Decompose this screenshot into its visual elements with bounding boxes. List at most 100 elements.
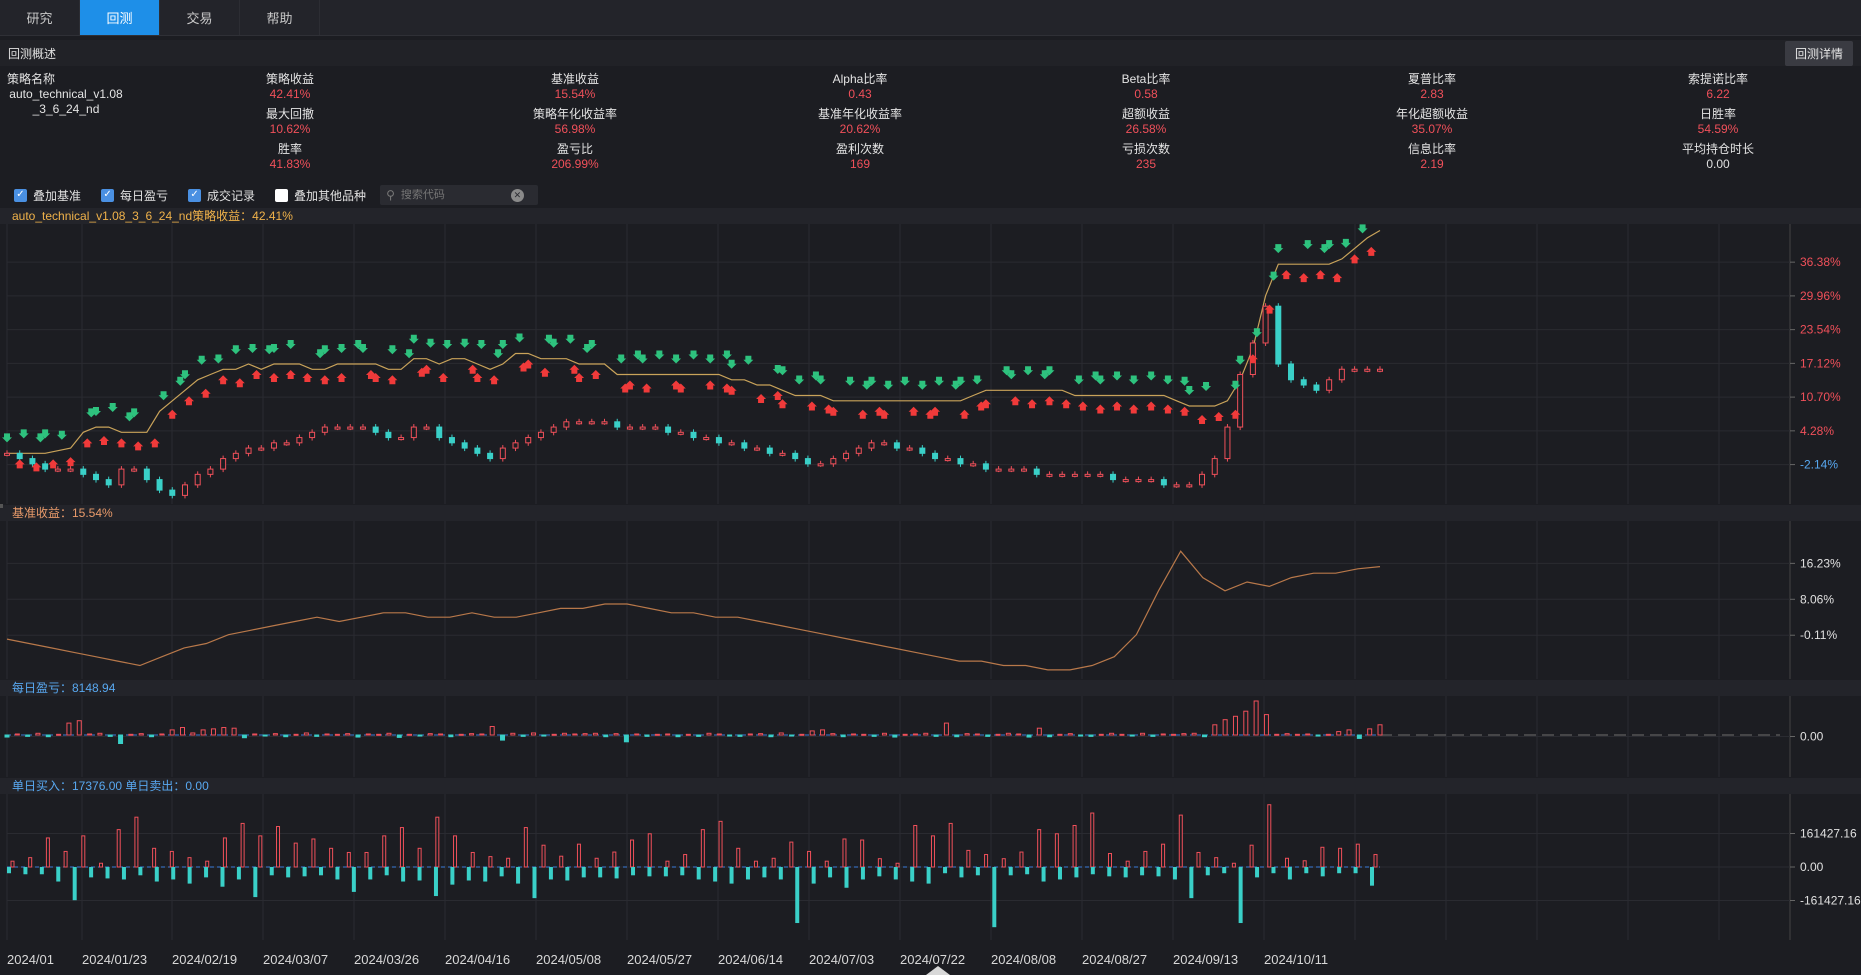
- tab-research[interactable]: 研究: [0, 0, 80, 35]
- code-search[interactable]: ⚲ ✕: [380, 185, 539, 205]
- pnl-bar: [262, 734, 268, 737]
- pnl-bar: [634, 733, 640, 736]
- x-tick-label: 2024/03/07: [263, 952, 329, 967]
- y-tick-label: 8.06%: [1800, 592, 1834, 606]
- metric-value: 206.99%: [551, 157, 599, 171]
- checkbox-checked-icon[interactable]: ✓: [188, 188, 202, 202]
- buy-volume-bar: [966, 849, 971, 868]
- buy-volume-bar: [665, 860, 670, 868]
- metric-cell: 年化超额收益 35.07%: [1342, 107, 1522, 137]
- pnl-bar: [716, 733, 722, 736]
- sell-volume-bar: [910, 867, 915, 882]
- metric-cell: 盈利次数 169: [770, 142, 950, 172]
- pnl-bar: [1005, 732, 1011, 736]
- sell-volume-bar: [483, 867, 488, 882]
- buy-volume-bar: [81, 835, 86, 868]
- candle-body: [118, 468, 125, 486]
- buy-volume-bar: [10, 860, 15, 868]
- benchmark-return-chart: 16.23% 8.06% -0.11%: [0, 521, 1861, 679]
- sell-volume-bar: [548, 867, 553, 880]
- sell-volume-bar: [581, 867, 586, 878]
- sell-volume-bar: [926, 867, 931, 884]
- sell-volume-bar: [877, 867, 882, 877]
- pnl-bar: [1078, 734, 1084, 737]
- option-trade-records[interactable]: ✓ 成交记录: [188, 187, 255, 204]
- tab-trade[interactable]: 交易: [160, 0, 240, 35]
- pnl-bar: [303, 732, 309, 736]
- sell-volume-bar: [499, 867, 504, 877]
- candle-body: [588, 421, 595, 425]
- metric-label: 最大回撤: [265, 107, 314, 121]
- metric-cell: 策略年化收益率 56.98%: [485, 107, 665, 137]
- sell-volume-bar: [844, 867, 849, 888]
- candle-body: [1211, 458, 1218, 475]
- pnl-bar: [1057, 733, 1063, 736]
- tab-help[interactable]: 帮助: [240, 0, 320, 35]
- pnl-bar: [479, 733, 485, 736]
- sell-volume-bar: [269, 867, 274, 876]
- candle-body: [957, 458, 964, 465]
- pnl-bar: [820, 729, 826, 736]
- metric-cell: 最大回撤 10.62%: [200, 107, 380, 137]
- pnl-bar: [809, 730, 815, 736]
- buy-volume-bar: [1178, 814, 1183, 868]
- buy-volume-bar: [984, 854, 989, 868]
- candle-body: [423, 426, 430, 430]
- checkbox-checked-icon[interactable]: ✓: [14, 188, 27, 202]
- buy-volume-bar: [718, 820, 723, 868]
- buy-volume-bar: [1231, 862, 1236, 868]
- candle-body: [1033, 468, 1040, 475]
- buy-volume-bar: [1143, 850, 1148, 868]
- sell-volume-bar: [138, 867, 143, 876]
- sell-volume-bar: [1353, 867, 1358, 874]
- sell-volume-bar: [1172, 867, 1177, 880]
- metric-label: Beta比率: [1121, 72, 1171, 86]
- metric-value: 2.83: [1420, 87, 1444, 101]
- pnl-bar: [830, 733, 836, 736]
- pnl-bar: [159, 733, 165, 736]
- buy-volume-bar: [736, 847, 741, 868]
- candle-body: [970, 463, 977, 467]
- y-tick-label: 0.00: [1800, 860, 1824, 874]
- pnl-bar: [438, 733, 444, 736]
- candle-body: [779, 452, 786, 456]
- pnl-bar: [25, 734, 31, 737]
- sell-volume-bar: [893, 867, 898, 880]
- candle-body: [487, 452, 494, 460]
- checkbox-checked-icon[interactable]: ✓: [101, 188, 115, 202]
- metric-value: 20.62%: [839, 122, 881, 136]
- buy-volume-bar: [116, 829, 121, 868]
- sell-volume-bar: [1205, 867, 1210, 876]
- pnl-bar: [665, 733, 671, 736]
- metric-value: 2.19: [1420, 157, 1444, 171]
- checkbox-unchecked-icon[interactable]: [275, 188, 289, 202]
- sell-volume-bar: [795, 867, 800, 924]
- candle-body: [1071, 473, 1078, 477]
- sell-volume-bar: [1222, 867, 1227, 874]
- metric-cell: 日胜率 54.59%: [1628, 107, 1808, 137]
- candle-body: [80, 468, 87, 475]
- buy-volume-bar: [169, 850, 174, 868]
- metric-value: 56.98%: [554, 122, 596, 136]
- backtest-detail-button[interactable]: 回测详情: [1784, 40, 1853, 66]
- candle-body: [868, 442, 875, 449]
- search-input[interactable]: [400, 189, 511, 201]
- summary-title: 回测概述: [8, 46, 57, 61]
- metric-value: 15.54%: [554, 87, 596, 101]
- candle-body: [1046, 473, 1053, 477]
- pnl-bar: [365, 733, 371, 736]
- metric-cell: Alpha比率 0.43: [770, 72, 950, 102]
- pnl-bar: [923, 732, 929, 736]
- candle-body: [1186, 484, 1193, 488]
- buy-volume-bar: [700, 829, 705, 868]
- pnl-bar: [417, 734, 423, 737]
- metric-value: 169: [849, 157, 871, 171]
- buy-volume-bar: [488, 856, 493, 868]
- option-daily-pnl[interactable]: ✓ 每日盈亏: [101, 187, 168, 204]
- option-overlay-benchmark[interactable]: ✓ 叠加基准: [14, 187, 81, 204]
- option-overlay-other[interactable]: 叠加其他品种: [275, 187, 366, 204]
- tab-backtest[interactable]: 回测: [80, 0, 160, 35]
- sell-volume-bar: [1025, 867, 1030, 875]
- clear-icon[interactable]: ✕: [510, 188, 524, 202]
- candle-body: [1059, 473, 1066, 477]
